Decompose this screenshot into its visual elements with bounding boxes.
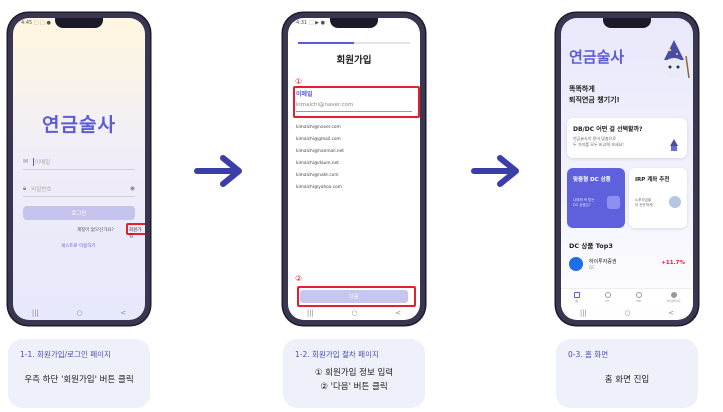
card-title: 맞춤형 DC 상품 (573, 177, 611, 183)
caption-text: ① 회원가입 정보 입력 (314, 368, 394, 378)
password-placeholder: 비밀번호 (31, 186, 52, 193)
search-icon (635, 292, 642, 298)
bottom-tab-bar: 홈 DC IRP 마이페이지 (561, 288, 693, 306)
guest-link[interactable]: 게스트로 이용하기 (61, 243, 96, 249)
card-title: IRP 계좌 추천 (635, 177, 670, 183)
phone-signup-screen: 4:31 ⬚ ▶ ● 회원가입 ① 이메일 kimalchi@naver.com… (283, 13, 425, 325)
android-nav-bar: ||| ○ < (561, 306, 693, 320)
arrow-right-icon (194, 155, 242, 187)
progress-fill (298, 42, 354, 44)
email-suggestion[interactable]: kimalchi@hanmail.net (296, 146, 412, 158)
step-marker-1: ① (295, 77, 303, 86)
phone-notch (603, 18, 651, 28)
email-suggestion[interactable]: kimalchi@naver.com (296, 122, 412, 134)
email-placeholder: 이메일 (33, 157, 51, 166)
product-name: 하이투자증권 (589, 259, 617, 265)
caption-label: 1-2. 회원가입 절차 페이지 (295, 350, 379, 359)
recent-apps-icon[interactable]: ||| (32, 309, 39, 317)
caption-login: 1-1. 회원가입/로그인 페이지 우측 하단 '회원가입' 버튼 클릭 (8, 339, 150, 408)
app-logo: 연금술사 (42, 114, 116, 136)
android-nav-bar: ||| ○ < (13, 306, 145, 320)
email-input[interactable]: ✉ 이메일 (23, 154, 135, 170)
email-input[interactable]: kimalchi@naver.com (296, 99, 412, 112)
email-suggestion[interactable]: kimalchi@daum.net (296, 158, 412, 170)
password-input[interactable]: 🔒︎ 비밀번호 ◉ (23, 181, 135, 197)
wizard-small-icon (670, 139, 678, 151)
recent-apps-icon[interactable]: ||| (307, 309, 314, 317)
phone-notch (330, 18, 378, 28)
arrow-right-icon (471, 155, 519, 187)
tab-home[interactable]: 홈 (573, 292, 580, 303)
lock-icon: 🔒︎ (23, 184, 27, 192)
phone-login-screen: 4:45 ⬚ ⬚ ● 연금술사 ✉ 이메일 🔒︎ 비밀번호 ◉ 로그인 계정이 … (8, 13, 150, 325)
next-button[interactable]: 다음 (300, 290, 408, 303)
step-marker-2: ② (295, 274, 303, 283)
wizard-mascot-icon (663, 40, 690, 79)
home-icon[interactable]: ○ (352, 309, 358, 317)
piggy-bank-icon (669, 196, 681, 208)
caption-text: 우측 하단 '회원가입' 버튼 클릭 (24, 375, 134, 385)
signup-progress-bar (298, 42, 410, 44)
db-dc-compare-card[interactable]: DB/DC 어떤 걸 선택할까? 연금술사의 용어 맞춤으로 두 가지를 모두 … (567, 118, 687, 158)
login-button[interactable]: 로그인 (23, 206, 135, 220)
phone-notch (55, 18, 103, 28)
status-bar: 4:45 ⬚ ⬚ ● (21, 20, 51, 26)
tab-mypage[interactable]: 마이페이지 (667, 292, 680, 303)
tab-irp[interactable]: IRP (635, 292, 642, 303)
back-icon[interactable]: < (668, 309, 674, 317)
email-suggestion[interactable]: kimalchi@nate.com (296, 170, 412, 182)
email-label: 이메일 (296, 91, 313, 98)
card-subtitle: 두 가지를 모두 비교해 보세요! (573, 142, 624, 147)
account-question: 계정이 없으신가요? (77, 228, 114, 233)
card-subtitle: DC 상품은? (573, 203, 591, 207)
card-subtitle: 연금술사의 용어 맞춤으로 (573, 136, 617, 141)
custom-dc-product-card[interactable]: 맞춤형 DC 상품 나에게 꼭 맞는 DC 상품은? (567, 168, 625, 228)
home-tab-icon (573, 292, 580, 298)
chat-bubble-icon (569, 257, 583, 271)
email-suggestion-list: kimalchi@naver.com kimalchi@gmail.com ki… (296, 122, 412, 189)
mail-icon: ✉ (23, 158, 29, 165)
tab-dc[interactable]: DC (604, 292, 611, 303)
tagline-line2: 퇴직연금 챙기기! (569, 96, 620, 104)
caption-label: 1-1. 회원가입/로그인 페이지 (20, 350, 111, 359)
caption-text: ② '다음' 버튼 클릭 (320, 382, 388, 392)
compass-icon (604, 292, 611, 298)
signup-link[interactable]: 회원가입 (129, 227, 145, 239)
signup-screen: 4:31 ⬚ ▶ ● 회원가입 ① 이메일 kimalchi@naver.com… (288, 18, 420, 320)
caption-signup: 1-2. 회원가입 절차 페이지 ① 회원가입 정보 입력 ② '다음' 버튼 … (283, 339, 425, 408)
email-suggestion[interactable]: kimalchi@yahoo.com (296, 182, 412, 189)
section-title: DC 상품 Top3 (569, 242, 613, 250)
home-screen: 연금술사 똑똑하게 퇴직연금 챙기기! DB/DC 어떤 걸 선택할까? 연금술… (561, 18, 693, 320)
user-icon (670, 292, 677, 298)
product-rate: +11.7% (661, 260, 685, 266)
back-icon[interactable]: < (120, 309, 126, 317)
page-title: 회원가입 (336, 55, 372, 66)
recent-apps-icon[interactable]: ||| (580, 309, 587, 317)
email-suggestion[interactable]: kimalchi@gmail.com (296, 134, 412, 146)
login-screen: 4:45 ⬚ ⬚ ● 연금술사 ✉ 이메일 🔒︎ 비밀번호 ◉ 로그인 계정이 … (13, 18, 145, 320)
calculator-icon (607, 196, 620, 209)
back-icon[interactable]: < (395, 309, 401, 317)
product-row[interactable]: 하이투자증권 DC +11.7% (567, 254, 687, 274)
irp-account-card[interactable]: IRP 계좌 추천 노후자금을 더 든든하게! (629, 168, 687, 228)
caption-home: 0-3. 홈 화면 홈 화면 진입 (556, 339, 698, 408)
home-icon[interactable]: ○ (625, 309, 631, 317)
phone-home-screen: 연금술사 똑똑하게 퇴직연금 챙기기! DB/DC 어떤 걸 선택할까? 연금술… (556, 13, 698, 325)
product-type: DC (589, 265, 595, 270)
home-icon[interactable]: ○ (77, 309, 83, 317)
caption-text: 홈 화면 진입 (604, 375, 650, 385)
caption-label: 0-3. 홈 화면 (568, 350, 609, 359)
card-title: DB/DC 어떤 걸 선택할까? (573, 126, 643, 133)
card-subtitle: 더 든든하게! (635, 203, 654, 207)
status-bar: 4:31 ⬚ ▶ ● (296, 20, 325, 26)
tagline-line1: 똑똑하게 (569, 85, 595, 93)
android-nav-bar: ||| ○ < (288, 306, 420, 320)
app-logo: 연금술사 (569, 48, 625, 66)
eye-icon[interactable]: ◉ (130, 185, 135, 192)
